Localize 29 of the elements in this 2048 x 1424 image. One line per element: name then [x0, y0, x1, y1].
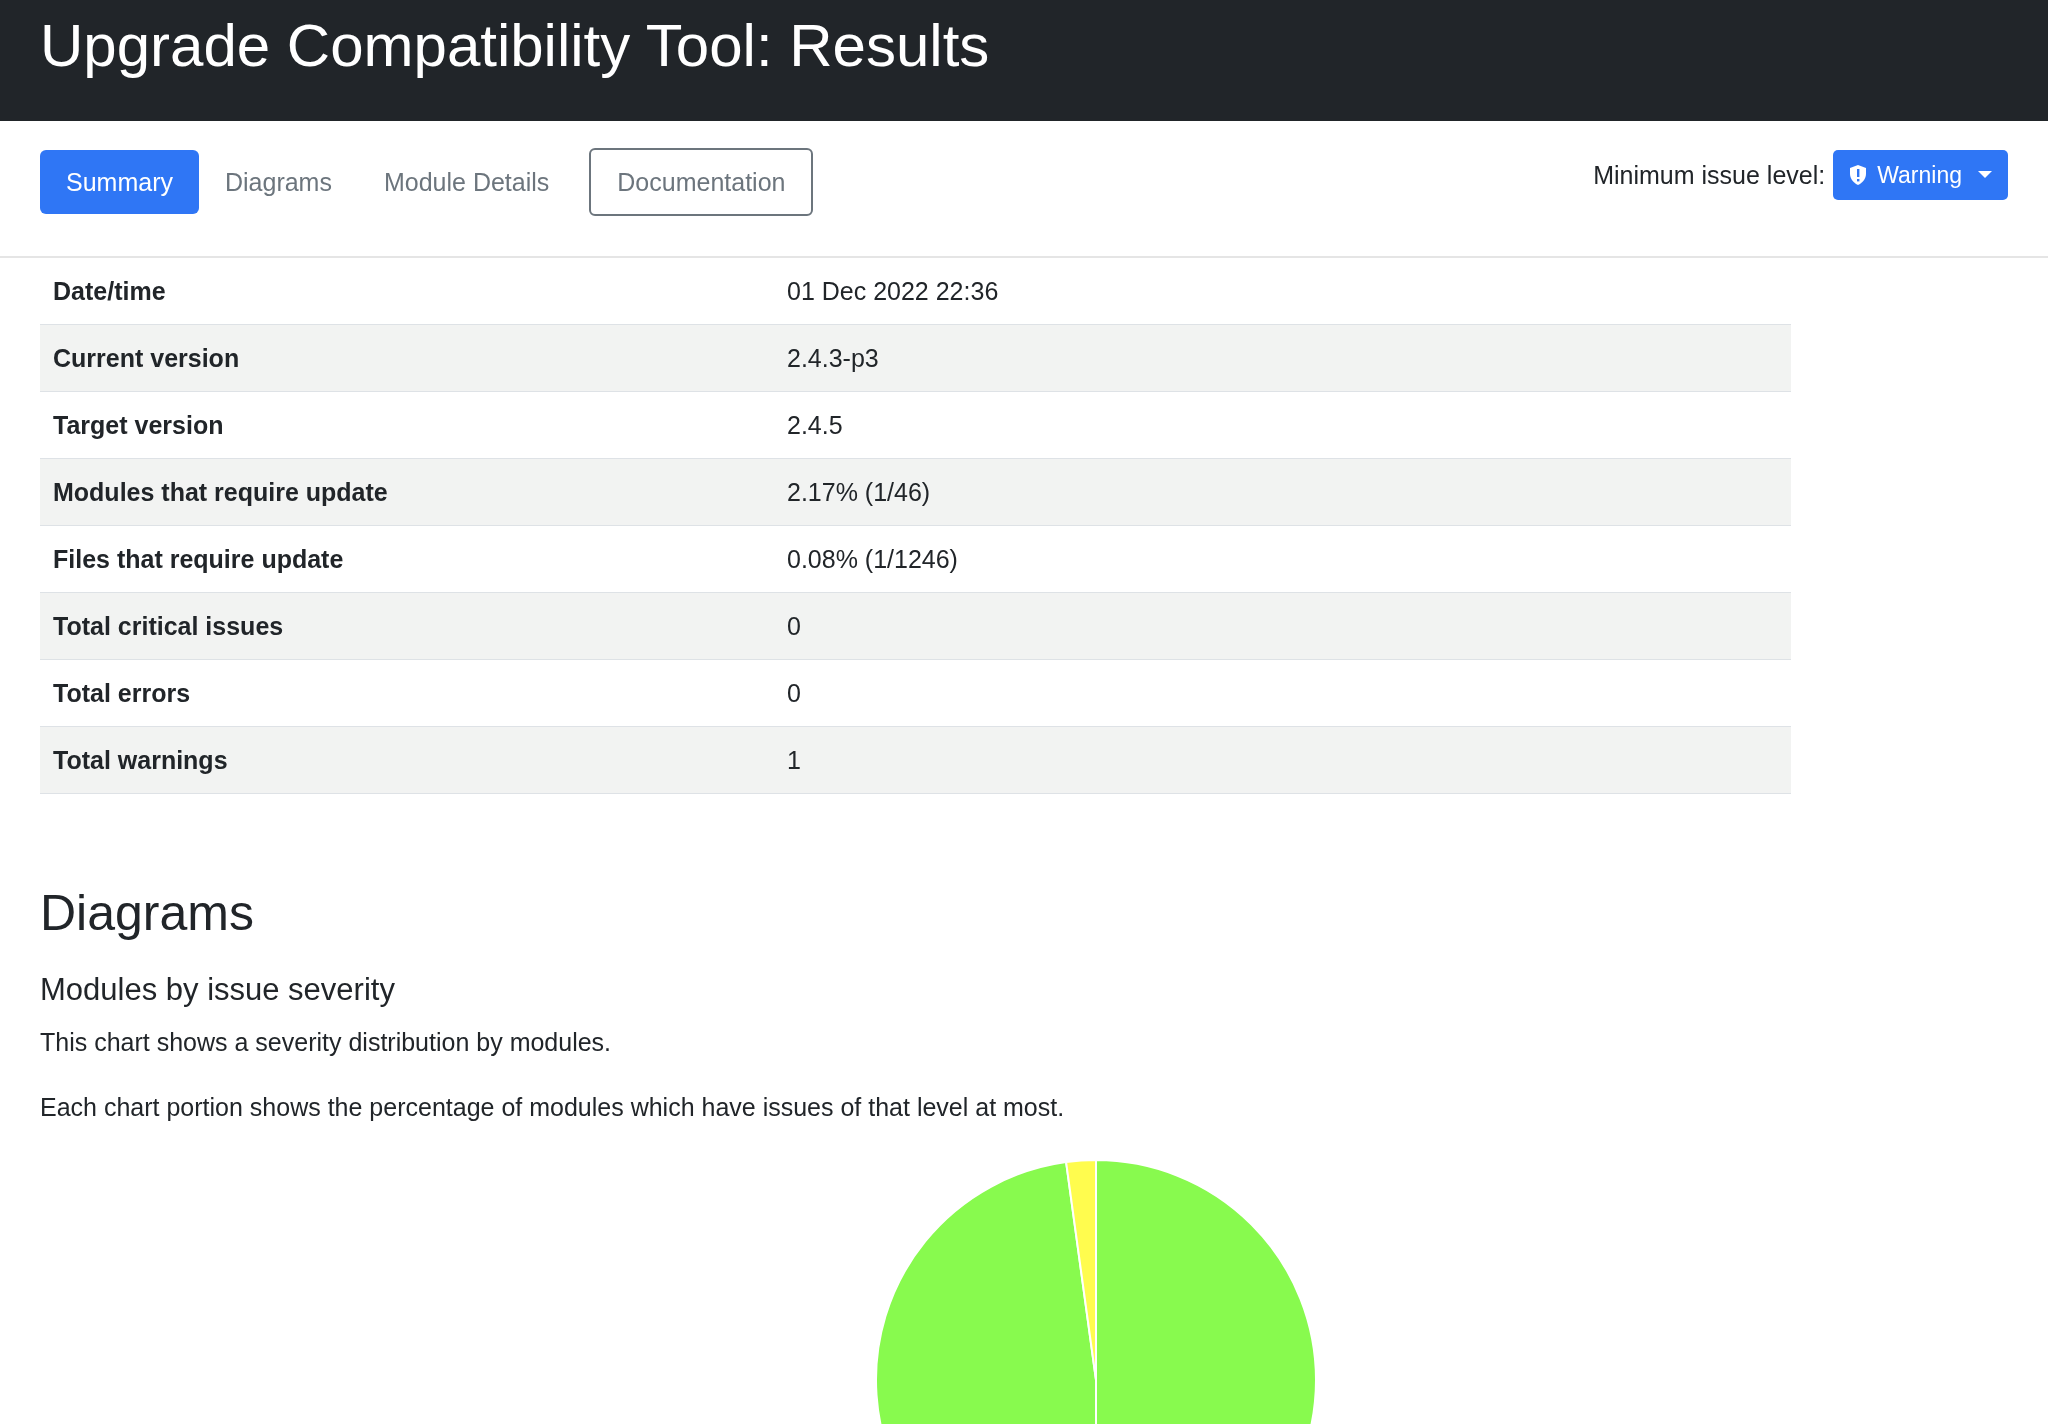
shield-icon [1849, 164, 1868, 186]
summary-value: 0 [787, 611, 801, 641]
issue-level-dropdown[interactable]: Warning [1833, 150, 2008, 200]
summary-value: 01 Dec 2022 22:36 [787, 276, 999, 306]
summary-label: Total warnings [52, 745, 228, 775]
nav-tab[interactable]: Diagrams [198, 150, 358, 214]
documentation-button[interactable]: Documentation [589, 148, 814, 216]
summary-value: 2.4.5 [787, 410, 843, 440]
chart-heading: Modules by issue severity [40, 972, 396, 1008]
summary-label: Target version [52, 410, 224, 440]
description-text: Each chart portion shows the percentage of modules which have issues of that level at most. [40, 1093, 1066, 1122]
nav-tab[interactable]: Module Details [357, 150, 576, 214]
summary-value: 0.08% (1/1246) [787, 544, 958, 574]
summary-label: Date/time [52, 276, 166, 306]
summary-value: 2.4.3-p3 [787, 343, 879, 373]
summary-label: Modules that require update [52, 477, 388, 507]
caret-icon [1978, 171, 1992, 179]
summary-value: 1 [787, 745, 801, 775]
summary-value: 0 [787, 678, 801, 708]
description-text: This chart shows a severity distribution by modules. [40, 1028, 613, 1057]
issue-level-label: Minimum issue level: [1593, 160, 1826, 190]
summary-label: Total errors [52, 678, 191, 708]
section-heading: Diagrams [40, 884, 255, 942]
nav-tab[interactable]: Summary [40, 150, 199, 214]
summary-label: Files that require update [52, 544, 344, 574]
page-title: Upgrade Compatibility Tool: Results [40, 11, 990, 80]
summary-value: 2.17% (1/46) [787, 477, 931, 507]
summary-label: Total critical issues [52, 611, 284, 641]
summary-label: Current version [52, 343, 240, 373]
